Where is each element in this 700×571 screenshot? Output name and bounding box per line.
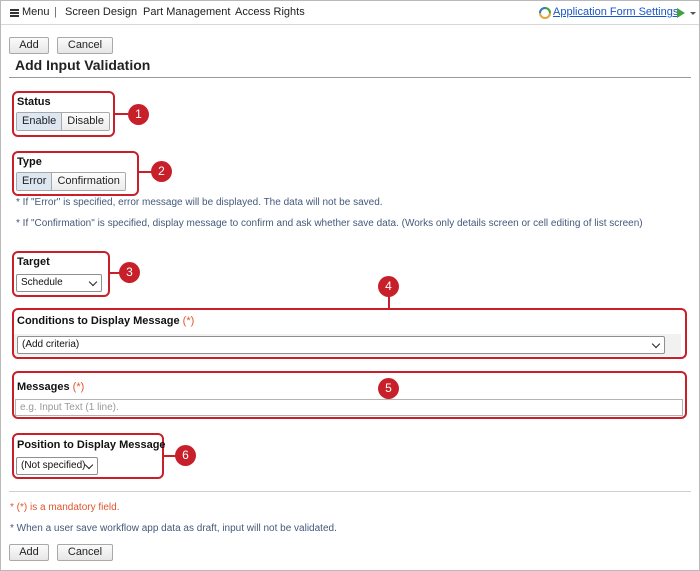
play-icon[interactable] — [677, 8, 685, 18]
callout-badge-5: 5 — [378, 378, 399, 399]
chevron-down-icon — [84, 460, 94, 470]
conditions-select[interactable]: (Add criteria) — [17, 336, 665, 354]
conditions-required-mark: (*) — [182, 315, 195, 327]
target-select-value: Schedule — [21, 277, 63, 288]
callout-badge-6: 6 — [175, 445, 196, 466]
position-label: Position to Display Message — [17, 439, 166, 451]
target-label: Target — [17, 256, 50, 268]
messages-label-text: Messages — [17, 381, 70, 393]
type-label: Type — [17, 156, 42, 168]
chevron-down-icon — [651, 339, 661, 349]
conditions-label: Conditions to Display Message (*) — [17, 315, 194, 327]
conditions-select-value: (Add criteria) — [22, 339, 80, 350]
chevron-down-icon — [88, 277, 98, 287]
title-divider — [9, 77, 691, 78]
menu-separator: | — [54, 6, 57, 18]
callout-connector-1 — [115, 113, 128, 115]
application-settings-icon — [539, 7, 551, 19]
page-title: Add Input Validation — [15, 57, 151, 73]
callout-badge-1: 1 — [128, 104, 149, 125]
type-note-error: * If "Error" is specified, error message… — [16, 197, 383, 208]
callout-badge-3: 3 — [119, 262, 140, 283]
type-confirmation-option[interactable]: Confirmation — [51, 173, 125, 190]
position-select[interactable]: (Not specified) — [16, 457, 98, 475]
menu-label[interactable]: Menu — [22, 6, 50, 18]
conditions-label-text: Conditions to Display Message — [17, 315, 180, 327]
messages-input[interactable]: e.g. Input Text (1 line). — [15, 399, 683, 416]
status-label: Status — [17, 96, 51, 108]
callout-badge-2: 2 — [151, 161, 172, 182]
top-menu-bar: Menu | Screen Design Part Management Acc… — [1, 1, 699, 25]
menu-item-part-management[interactable]: Part Management — [143, 6, 230, 18]
type-toggle: Error Confirmation — [16, 172, 126, 191]
cancel-button-bottom[interactable]: Cancel — [57, 544, 113, 561]
application-form-settings-link[interactable]: Application Form Settings — [553, 6, 678, 18]
target-select[interactable]: Schedule — [16, 274, 102, 292]
hamburger-menu-icon[interactable] — [10, 9, 19, 17]
menu-item-access-rights[interactable]: Access Rights — [235, 6, 305, 18]
status-toggle: Enable Disable — [16, 112, 110, 131]
caret-down-icon[interactable] — [690, 12, 696, 15]
messages-label: Messages (*) — [17, 381, 84, 393]
mandatory-note: * (*) is a mandatory field. — [10, 502, 120, 513]
position-select-value: (Not specified) — [21, 460, 86, 471]
type-note-confirmation: * If "Confirmation" is specified, displa… — [16, 218, 643, 229]
add-button-top[interactable]: Add — [9, 37, 49, 54]
cancel-button-top[interactable]: Cancel — [57, 37, 113, 54]
callout-badge-4: 4 — [378, 276, 399, 297]
type-error-option[interactable]: Error — [17, 173, 52, 190]
menu-item-screen-design[interactable]: Screen Design — [65, 6, 137, 18]
messages-required-mark: (*) — [72, 381, 85, 393]
status-disable-option[interactable]: Disable — [61, 113, 109, 130]
status-enable-option[interactable]: Enable — [17, 113, 62, 130]
footer-divider — [9, 491, 691, 492]
add-button-bottom[interactable]: Add — [9, 544, 49, 561]
draft-note: * When a user save workflow app data as … — [10, 523, 337, 534]
